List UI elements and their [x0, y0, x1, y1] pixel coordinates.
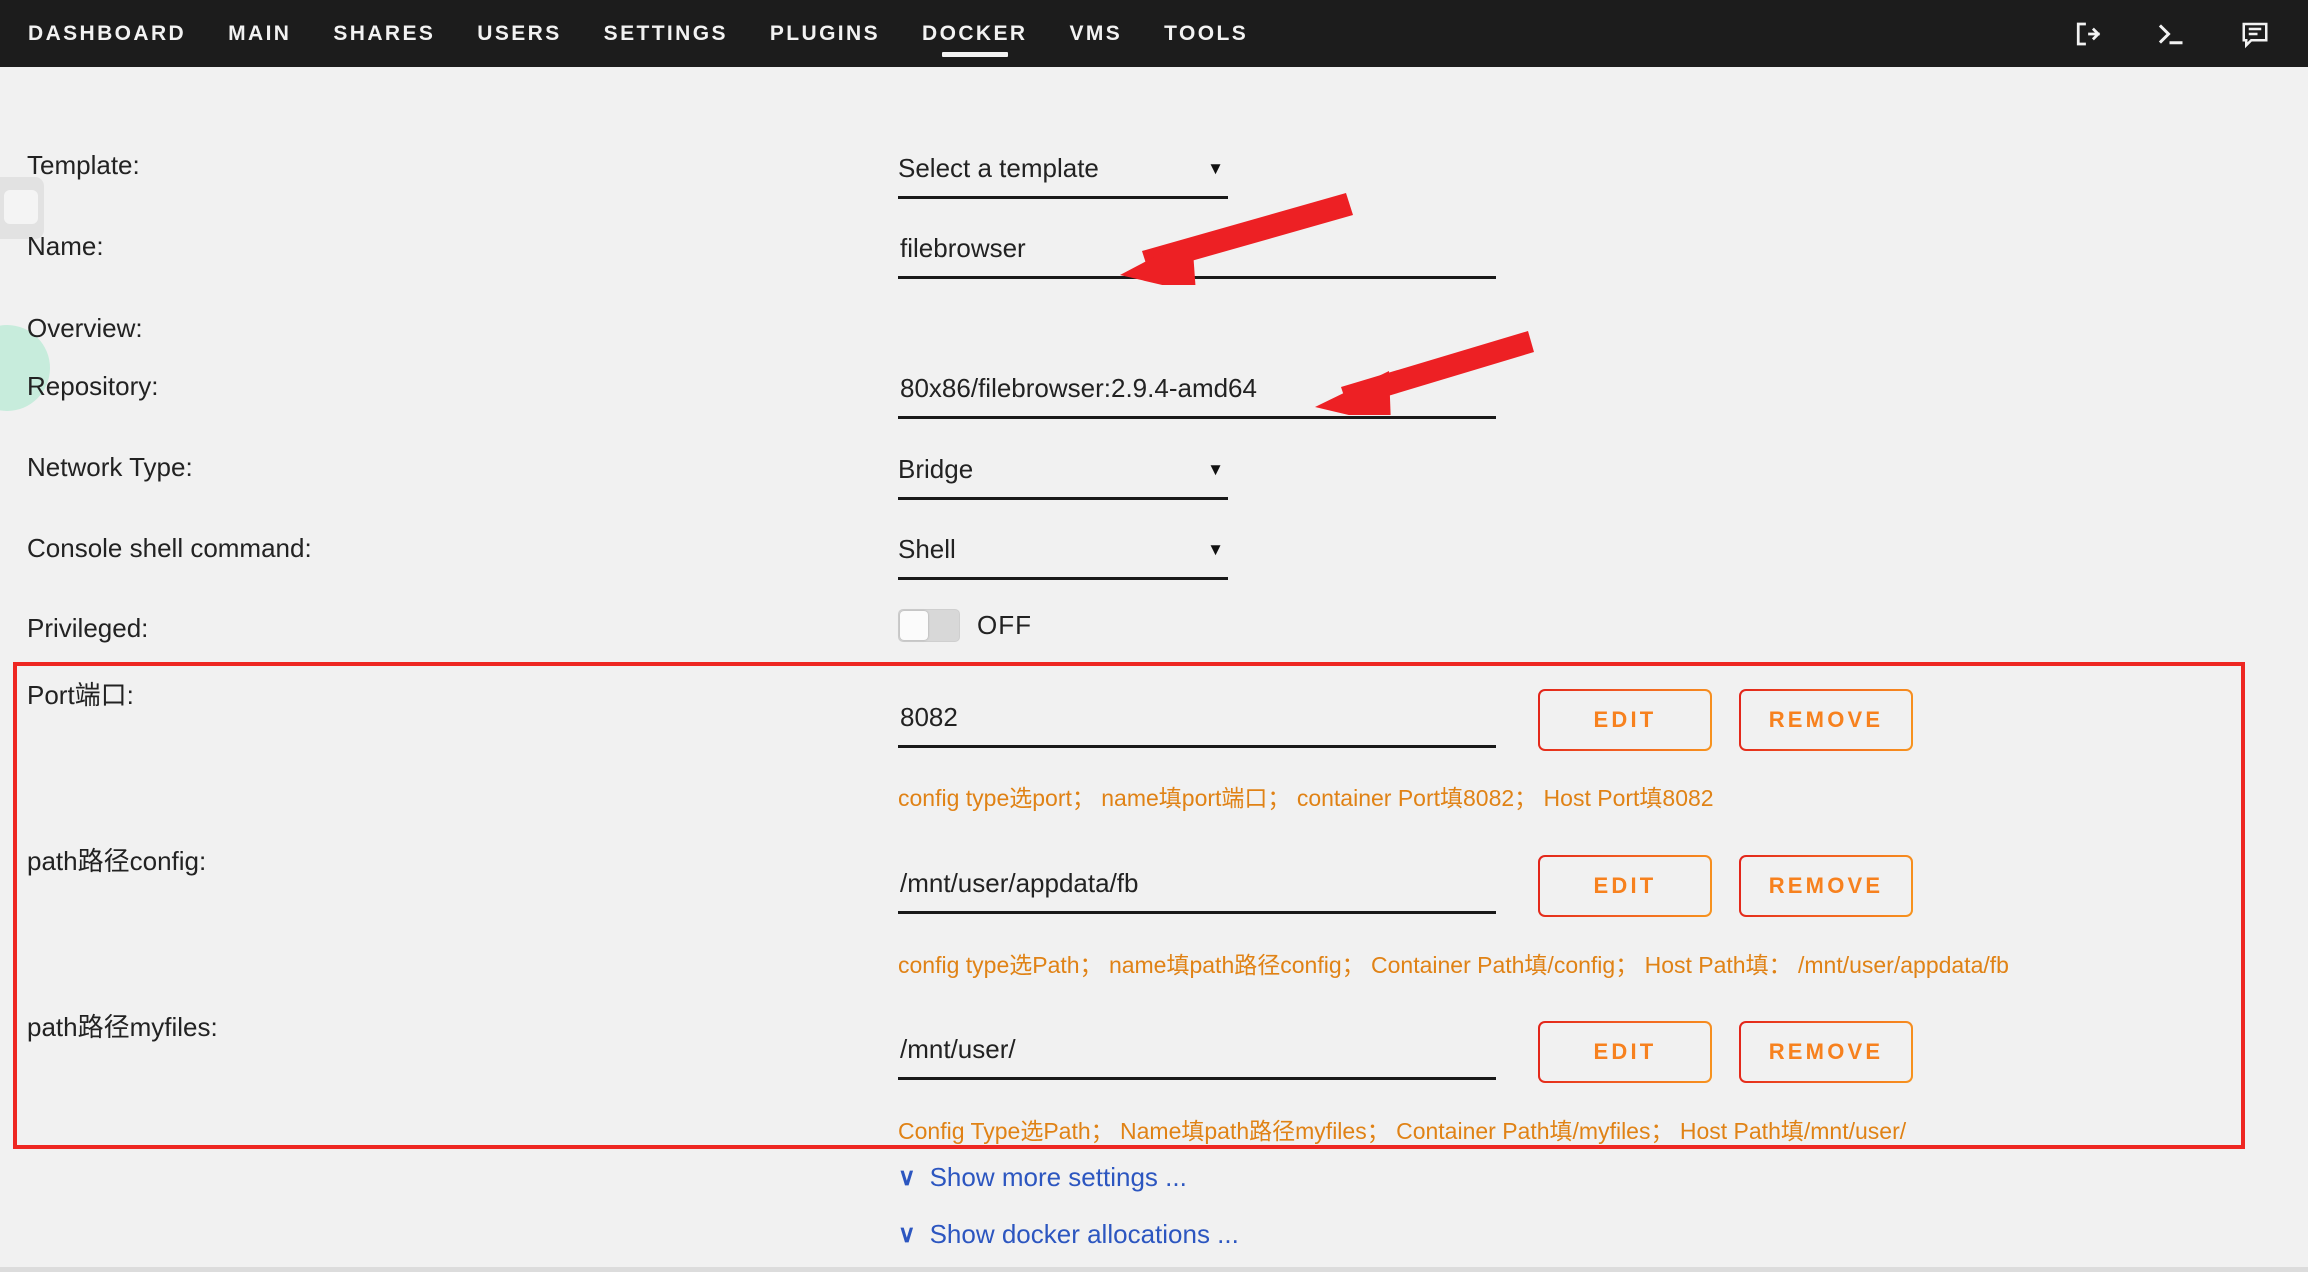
template-label: Template:	[27, 150, 140, 180]
overview-label: Overview:	[27, 313, 143, 343]
remove-button-port[interactable]: REMOVE	[1739, 689, 1913, 751]
nav-item-label: USERS	[477, 21, 562, 45]
console-shell-select-value: Shell	[898, 534, 956, 564]
nav-item-plugins[interactable]: PLUGINS	[770, 0, 880, 67]
docker-container-form: ) Template: Select a template ▼ Name: fi…	[0, 67, 2308, 1272]
template-select[interactable]: Select a template ▼	[898, 153, 1228, 199]
remove-button-label: REMOVE	[1741, 857, 1911, 915]
entry-label-path-config: path路径config:	[27, 846, 207, 876]
privileged-toggle-knob	[900, 611, 928, 640]
show-more-settings-link[interactable]: ∨ Show more settings ...	[898, 1162, 1187, 1193]
network-type-label: Network Type:	[27, 452, 193, 482]
remove-button-label: REMOVE	[1741, 1023, 1911, 1081]
edit-button-path-config[interactable]: EDIT	[1538, 855, 1712, 917]
remove-button-label: REMOVE	[1741, 691, 1911, 749]
nav-item-label: VMS	[1069, 21, 1123, 45]
console-shell-label: Console shell command:	[27, 533, 312, 563]
entry-hint-port: config type选port； name填port端口； container…	[898, 785, 1714, 811]
nav-item-settings[interactable]: SETTINGS	[604, 0, 728, 67]
network-type-select-wrap: Bridge ▼	[898, 454, 1228, 500]
entry-value-path-myfiles[interactable]: /mnt/user/	[898, 1034, 1496, 1080]
nav-items: DASHBOARD MAIN SHARES USERS SETTINGS PLU…	[28, 0, 1290, 67]
nav-item-label: TOOLS	[1164, 21, 1249, 45]
nav-item-main[interactable]: MAIN	[228, 0, 291, 67]
name-label: Name:	[27, 231, 104, 261]
nav-item-users[interactable]: USERS	[477, 0, 561, 67]
nav-item-tools[interactable]: TOOLS	[1164, 0, 1248, 67]
show-docker-allocations-link[interactable]: ∨ Show docker allocations ...	[898, 1219, 1239, 1250]
privileged-label: Privileged:	[27, 613, 149, 643]
privileged-toggle[interactable]	[898, 609, 960, 642]
nav-item-vms[interactable]: VMS	[1069, 0, 1122, 67]
nav-item-docker[interactable]: DOCKER	[922, 0, 1027, 67]
left-edge-panel-inner	[4, 190, 38, 224]
nav-item-shares[interactable]: SHARES	[333, 0, 435, 67]
remove-button-path-myfiles[interactable]: REMOVE	[1739, 1021, 1913, 1083]
nav-item-label: DOCKER	[922, 21, 1028, 45]
name-input[interactable]: filebrowser	[898, 233, 1496, 279]
nav-item-label: DASHBOARD	[28, 21, 187, 45]
template-select-wrap: Select a template ▼	[898, 153, 1228, 199]
chevron-down-icon: ∨	[898, 1220, 916, 1248]
edit-button-label: EDIT	[1540, 691, 1710, 749]
chat-icon[interactable]	[2238, 17, 2272, 51]
console-shell-select[interactable]: Shell ▼	[898, 534, 1228, 580]
edit-button-label: EDIT	[1540, 857, 1710, 915]
chevron-down-icon: ▼	[1207, 540, 1224, 559]
privileged-state-label: OFF	[977, 610, 1032, 640]
name-input-wrap: filebrowser	[898, 233, 1496, 279]
console-shell-select-wrap: Shell ▼	[898, 534, 1228, 580]
repository-label: Repository:	[27, 371, 159, 401]
network-type-select-value: Bridge	[898, 454, 974, 484]
overview-value[interactable]	[898, 315, 1496, 345]
edit-button-path-myfiles[interactable]: EDIT	[1538, 1021, 1712, 1083]
privileged-toggle-wrap: OFF	[898, 609, 1032, 642]
nav-item-label: MAIN	[228, 21, 292, 45]
page-bottom-divider	[0, 1267, 2308, 1272]
nav-item-dashboard[interactable]: DASHBOARD	[28, 0, 186, 67]
entry-label-port: Port端口:	[27, 680, 134, 710]
edit-button-label: EDIT	[1540, 1023, 1710, 1081]
nav-item-label: PLUGINS	[769, 21, 881, 45]
chevron-down-icon: ▼	[1207, 460, 1224, 479]
nav-item-label: SHARES	[333, 21, 436, 45]
top-navigation-bar: DASHBOARD MAIN SHARES USERS SETTINGS PLU…	[0, 0, 2308, 67]
overview-input-wrap	[898, 315, 1496, 345]
template-select-value: Select a template	[898, 153, 1099, 183]
entry-value-port[interactable]: 8082	[898, 702, 1496, 748]
show-docker-allocations-label: Show docker allocations ...	[929, 1219, 1239, 1249]
terminal-icon[interactable]	[2154, 17, 2188, 51]
edit-button-port[interactable]: EDIT	[1538, 689, 1712, 751]
network-type-select[interactable]: Bridge ▼	[898, 454, 1228, 500]
entry-value-path-config[interactable]: /mnt/user/appdata/fb	[898, 868, 1496, 914]
entry-hint-path-myfiles: Config Type选Path； Name填path路径myfiles； Co…	[898, 1118, 1907, 1144]
chevron-down-icon: ∨	[898, 1163, 916, 1191]
repository-input-wrap: 80x86/filebrowser:2.9.4-amd64	[898, 373, 1496, 419]
remove-button-path-config[interactable]: REMOVE	[1739, 855, 1913, 917]
chevron-down-icon: ▼	[1207, 159, 1224, 178]
left-edge-panel-decoration	[0, 177, 44, 239]
logout-icon[interactable]	[2070, 17, 2104, 51]
repository-input[interactable]: 80x86/filebrowser:2.9.4-amd64	[898, 373, 1496, 419]
entry-hint-path-config: config type选Path； name填path路径config； Con…	[898, 952, 2009, 978]
nav-icon-group	[2070, 0, 2272, 67]
show-more-settings-label: Show more settings ...	[929, 1162, 1187, 1192]
entry-label-path-myfiles: path路径myfiles:	[27, 1012, 218, 1042]
nav-item-label: SETTINGS	[603, 21, 728, 45]
